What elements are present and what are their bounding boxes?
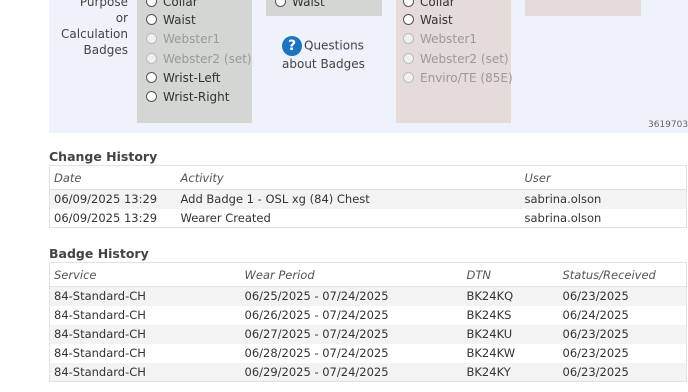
purpose-label: Purpose or Calculation Badges — [49, 0, 128, 58]
radio-button[interactable] — [403, 14, 414, 25]
table-cell: BK24KQ — [462, 286, 559, 306]
table-cell: 06/24/2025 — [558, 305, 687, 325]
table-cell: 06/28/2025 - 07/24/2025 — [240, 343, 463, 363]
radio-option: Enviro/TE (85E) — [403, 68, 513, 87]
table-cell: sabrina.olson — [520, 208, 687, 228]
radio-label: Wrist-Left — [163, 70, 221, 85]
radio-button[interactable] — [146, 0, 157, 7]
change-history-table: Date Activity User 06/09/2025 13:29 Add … — [49, 165, 687, 228]
table-cell: 06/29/2025 - 07/24/2025 — [240, 362, 463, 382]
table-cell: BK24KU — [462, 324, 559, 344]
column-header: Wear Period — [240, 262, 463, 287]
table-cell: 84-Standard-CH — [49, 324, 241, 344]
questions-about-badges-link[interactable]: ? Questions about Badges — [282, 36, 372, 72]
panel-id: 3619703 — [648, 120, 688, 130]
radio-label: Collar — [420, 0, 455, 9]
radio-button[interactable] — [403, 0, 414, 7]
badge-history-title: Badge History — [49, 246, 149, 261]
table-cell: 06/27/2025 - 07/24/2025 — [240, 324, 463, 344]
questions-line2[interactable]: about Badges — [282, 56, 372, 72]
question-circle-icon[interactable]: ? — [282, 36, 302, 56]
radio-option[interactable]: Waist — [403, 10, 453, 29]
column-header: User — [520, 165, 687, 190]
table-cell: Wearer Created — [176, 208, 521, 228]
radio-label: Waist — [420, 12, 453, 27]
change-history-title: Change History — [49, 149, 158, 164]
radio-option[interactable]: Waist — [146, 10, 196, 29]
location-column-4 — [525, 0, 641, 16]
table-row: 84-Standard-CH 06/28/2025 - 07/24/2025 B… — [49, 343, 687, 363]
table-row: 06/09/2025 13:29 Add Badge 1 - OSL xg (8… — [49, 189, 687, 209]
purpose-label-line: Purpose — [79, 0, 128, 9]
column-header: Service — [49, 262, 241, 287]
table-cell: 84-Standard-CH — [49, 305, 241, 325]
column-header: DTN — [462, 262, 559, 287]
radio-option[interactable]: Wrist-Left — [146, 68, 220, 87]
radio-option[interactable]: Wrist-Right — [146, 87, 229, 106]
table-cell: 06/23/2025 — [558, 286, 687, 306]
radio-option: Webster1 — [146, 29, 220, 48]
table-cell: Add Badge 1 - OSL xg (84) Chest — [176, 189, 521, 209]
table-cell: 06/23/2025 — [558, 343, 687, 363]
table-row: 84-Standard-CH 06/25/2025 - 07/24/2025 B… — [49, 286, 687, 306]
column-header: Date — [49, 165, 177, 190]
table-cell: sabrina.olson — [520, 189, 687, 209]
radio-label: Collar — [163, 0, 198, 9]
table-row: 84-Standard-CH 06/26/2025 - 07/24/2025 B… — [49, 305, 687, 325]
table-cell: 06/23/2025 — [558, 362, 687, 382]
radio-button[interactable] — [146, 91, 157, 102]
radio-label: Wrist-Right — [163, 89, 230, 104]
radio-option: Webster1 — [403, 29, 477, 48]
table-cell: BK24KW — [462, 343, 559, 363]
radio-button — [403, 33, 414, 44]
table-cell: 84-Standard-CH — [49, 362, 241, 382]
radio-button[interactable] — [146, 14, 157, 25]
radio-button[interactable] — [146, 72, 157, 83]
radio-label: Webster2 (set) — [163, 51, 252, 66]
radio-option: Webster2 (set) — [403, 49, 509, 68]
radio-button — [403, 72, 414, 83]
table-cell: BK24KS — [462, 305, 559, 325]
table-cell: 06/09/2025 13:29 — [49, 189, 177, 209]
table-cell: 06/09/2025 13:29 — [49, 208, 177, 228]
table-row: 06/09/2025 13:29 Wearer Created sabrina.… — [49, 208, 687, 228]
radio-button — [146, 33, 157, 44]
table-cell: BK24KY — [462, 362, 559, 382]
table-cell: 84-Standard-CH — [49, 343, 241, 363]
purpose-label-line: Calculation — [61, 27, 128, 41]
table-cell: 06/26/2025 - 07/24/2025 — [240, 305, 463, 325]
radio-label: Webster2 (set) — [420, 51, 509, 66]
radio-label: Waist — [163, 12, 196, 27]
table-cell: 06/25/2025 - 07/24/2025 — [240, 286, 463, 306]
badge-history-table: Service Wear Period DTN Status/Received … — [49, 262, 687, 382]
radio-label: Webster1 — [163, 31, 221, 46]
radio-button — [146, 53, 157, 64]
radio-button[interactable] — [275, 0, 286, 7]
radio-label: Enviro/TE (85E) — [420, 70, 513, 85]
questions-line1[interactable]: Questions — [304, 39, 364, 53]
radio-button — [403, 53, 414, 64]
radio-option[interactable]: Waist — [275, 0, 325, 11]
radio-option: Webster2 (set) — [146, 49, 252, 68]
radio-label: Webster1 — [420, 31, 478, 46]
table-cell: 06/23/2025 — [558, 324, 687, 344]
purpose-label-line: or — [115, 11, 128, 25]
table-cell: 84-Standard-CH — [49, 286, 241, 306]
column-header: Status/Received — [558, 262, 687, 287]
radio-label: Waist — [292, 0, 325, 9]
column-header: Activity — [176, 165, 521, 190]
purpose-label-line: Badges — [83, 43, 128, 57]
table-row: 84-Standard-CH 06/27/2025 - 07/24/2025 B… — [49, 324, 687, 344]
table-row: 84-Standard-CH 06/29/2025 - 07/24/2025 B… — [49, 362, 687, 382]
